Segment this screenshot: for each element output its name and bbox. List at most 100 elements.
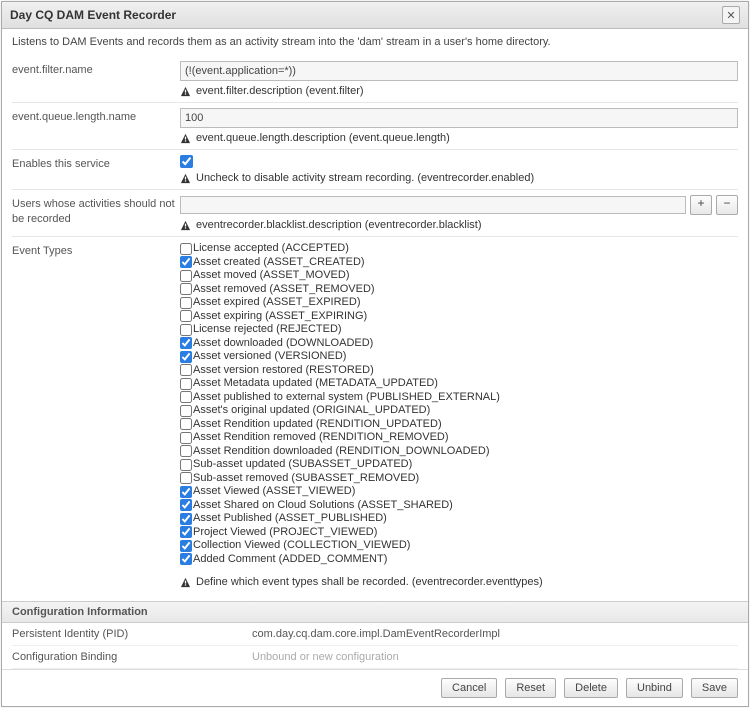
event-type-checkbox[interactable] [180,297,192,309]
warning-icon [180,577,191,588]
pid-value: com.day.cq.dam.core.impl.DamEventRecorde… [252,628,738,640]
dialog-footer: Cancel Reset Delete Unbind Save [2,669,748,706]
event-type-label: Project Viewed (PROJECT_VIEWED) [193,526,377,539]
delete-button[interactable]: Delete [564,678,618,698]
cancel-button[interactable]: Cancel [441,678,497,698]
event-queue-length-input[interactable] [180,108,738,128]
event-type-label: Sub-asset removed (SUBASSET_REMOVED) [193,472,419,485]
event-filter-label: event.filter.name [12,61,180,97]
event-type-label: Asset expiring (ASSET_EXPIRING) [193,310,367,323]
dialog-title: Day CQ DAM Event Recorder [10,8,176,22]
event-type-checkbox[interactable] [180,405,192,417]
event-type-checkbox[interactable] [180,364,192,376]
event-type-item: Asset published to external system (PUBL… [180,391,738,405]
event-type-checkbox[interactable] [180,283,192,295]
event-type-label: License rejected (REJECTED) [193,323,342,336]
event-filter-hint: event.filter.description (event.filter) [180,85,738,97]
save-button[interactable]: Save [691,678,738,698]
event-type-checkbox[interactable] [180,256,192,268]
event-type-checkbox[interactable] [180,310,192,322]
event-type-checkbox[interactable] [180,553,192,565]
event-type-item: License rejected (REJECTED) [180,323,738,337]
event-type-label: Asset expired (ASSET_EXPIRED) [193,296,361,309]
blacklist-label: Users whose activities should not be rec… [12,195,180,231]
event-type-label: Asset Rendition removed (RENDITION_REMOV… [193,431,449,444]
blacklist-remove-button[interactable]: − [716,195,738,215]
event-type-checkbox[interactable] [180,486,192,498]
event-type-label: Collection Viewed (COLLECTION_VIEWED) [193,539,410,552]
event-type-label: Asset downloaded (DOWNLOADED) [193,337,373,350]
blacklist-add-button[interactable]: + [690,195,712,215]
titlebar: Day CQ DAM Event Recorder ✕ [2,2,748,29]
event-type-checkbox[interactable] [180,432,192,444]
event-type-item: Project Viewed (PROJECT_VIEWED) [180,526,738,540]
field-event-filter: event.filter.name event.filter.descripti… [12,56,738,103]
field-enabled: Enables this service Uncheck to disable … [12,150,738,190]
event-type-label: Asset published to external system (PUBL… [193,391,500,404]
event-type-item: Asset Viewed (ASSET_VIEWED) [180,485,738,499]
blacklist-input[interactable] [180,196,686,214]
event-type-item: Asset Rendition downloaded (RENDITION_DO… [180,445,738,459]
event-types-list: License accepted (ACCEPTED)Asset created… [180,242,738,566]
config-info-header: Configuration Information [2,601,748,623]
event-type-checkbox[interactable] [180,445,192,457]
warning-icon [180,220,191,231]
event-type-item: Asset expiring (ASSET_EXPIRING) [180,310,738,324]
event-queue-length-hint: event.queue.length.description (event.qu… [180,132,738,144]
field-event-queue-length: event.queue.length.name event.queue.leng… [12,103,738,150]
event-type-checkbox[interactable] [180,243,192,255]
event-type-label: Asset created (ASSET_CREATED) [193,256,365,269]
enabled-label: Enables this service [12,155,180,184]
binding-row: Configuration Binding Unbound or new con… [12,646,738,669]
event-queue-length-label: event.queue.length.name [12,108,180,144]
unbind-button[interactable]: Unbind [626,678,683,698]
event-type-item: Asset moved (ASSET_MOVED) [180,269,738,283]
event-type-label: Asset versioned (VERSIONED) [193,350,346,363]
event-type-item: Sub-asset removed (SUBASSET_REMOVED) [180,472,738,486]
event-type-label: Asset removed (ASSET_REMOVED) [193,283,375,296]
event-type-checkbox[interactable] [180,540,192,552]
event-type-item: Asset created (ASSET_CREATED) [180,256,738,270]
config-dialog: Day CQ DAM Event Recorder ✕ Listens to D… [1,1,749,707]
pid-row: Persistent Identity (PID) com.day.cq.dam… [12,623,738,646]
event-type-checkbox[interactable] [180,526,192,538]
field-blacklist: Users whose activities should not be rec… [12,190,738,237]
event-type-label: Added Comment (ADDED_COMMENT) [193,553,387,566]
event-type-label: Sub-asset updated (SUBASSET_UPDATED) [193,458,412,471]
event-type-item: Asset Rendition updated (RENDITION_UPDAT… [180,418,738,432]
event-type-checkbox[interactable] [180,378,192,390]
event-type-label: Asset Rendition updated (RENDITION_UPDAT… [193,418,442,431]
binding-label: Configuration Binding [12,651,252,663]
event-type-checkbox[interactable] [180,472,192,484]
event-filter-input[interactable] [180,61,738,81]
event-type-item: Asset expired (ASSET_EXPIRED) [180,296,738,310]
event-type-checkbox[interactable] [180,270,192,282]
event-type-item: Asset Rendition removed (RENDITION_REMOV… [180,431,738,445]
binding-value: Unbound or new configuration [252,651,738,663]
event-type-checkbox[interactable] [180,418,192,430]
event-type-checkbox[interactable] [180,324,192,336]
event-type-label: Asset Published (ASSET_PUBLISHED) [193,512,387,525]
dialog-description: Listens to DAM Events and records them a… [2,29,748,56]
event-type-item: Sub-asset updated (SUBASSET_UPDATED) [180,458,738,472]
event-type-checkbox[interactable] [180,499,192,511]
event-type-checkbox[interactable] [180,351,192,363]
warning-icon [180,133,191,144]
field-event-types: Event Types License accepted (ACCEPTED)A… [12,237,738,593]
close-icon[interactable]: ✕ [722,6,740,24]
event-type-checkbox[interactable] [180,459,192,471]
reset-button[interactable]: Reset [505,678,556,698]
event-type-checkbox[interactable] [180,391,192,403]
enabled-hint: Uncheck to disable activity stream recor… [180,172,738,184]
warning-icon [180,173,191,184]
event-type-checkbox[interactable] [180,513,192,525]
enabled-checkbox[interactable] [180,155,193,168]
event-type-label: Asset's original updated (ORIGINAL_UPDAT… [193,404,430,417]
event-type-item: License accepted (ACCEPTED) [180,242,738,256]
event-type-item: Asset removed (ASSET_REMOVED) [180,283,738,297]
event-type-checkbox[interactable] [180,337,192,349]
event-type-item: Asset version restored (RESTORED) [180,364,738,378]
event-type-item: Asset Shared on Cloud Solutions (ASSET_S… [180,499,738,513]
event-types-hint: Define which event types shall be record… [180,576,738,588]
event-type-label: Asset moved (ASSET_MOVED) [193,269,350,282]
